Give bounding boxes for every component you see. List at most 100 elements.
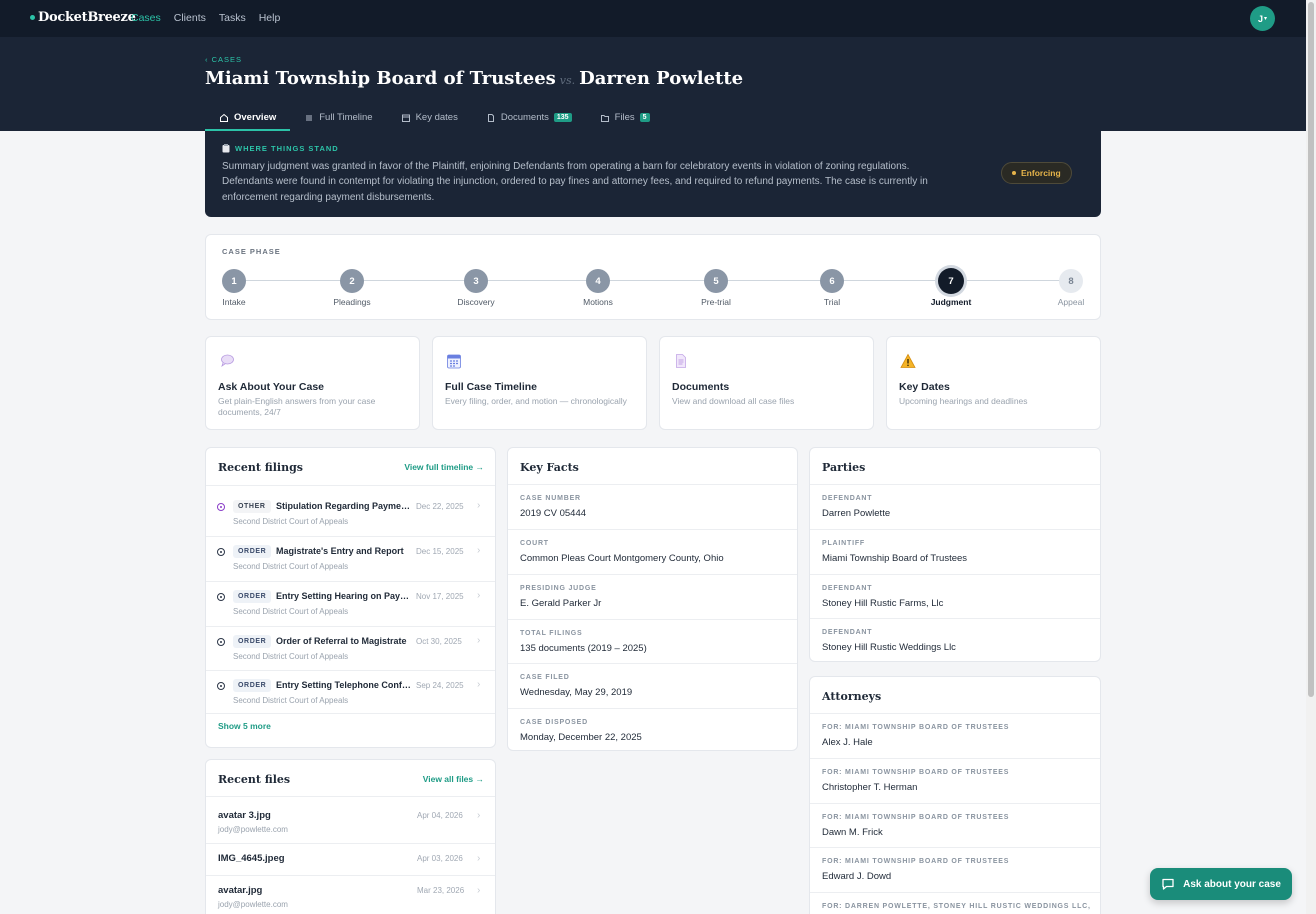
phase-step-intake: 1 Intake [204,269,264,307]
documents-card[interactable]: Documents View and download all case fil… [659,336,874,430]
key-dates-card[interactable]: Key Dates Upcoming hearings and deadline… [886,336,1101,430]
nav-help[interactable]: Help [259,12,281,24]
filing-type-dot-icon [217,593,225,601]
case-summary-text: Summary judgment was granted in favor of… [222,161,928,203]
filing-type-badge: ORDER [233,590,272,603]
view-all-files-link[interactable]: View all files → [423,774,484,784]
divider [206,796,495,797]
divider [810,484,1100,485]
full-case-timeline-card[interactable]: Full Case Timeline Every filing, order, … [432,336,647,430]
filing-row[interactable]: OTHER Stipulation Regarding Payment Disb… [206,491,496,536]
attorney-name: Christopher T. Herman [822,782,918,793]
filing-row[interactable]: ORDER Order of Referral to Magistrate Oc… [206,626,496,671]
divider [508,663,797,664]
fact-value: E. Gerald Parker Jr [520,598,602,609]
quick-card-title: Key Dates [899,381,950,393]
phase-step-label: Discovery [457,297,495,307]
filing-row[interactable]: ORDER Entry Setting Hearing on Payment N… [206,581,496,626]
fact-label: PRESIDING JUDGE [520,585,597,592]
tab-key-dates[interactable]: Key dates [387,104,472,131]
quick-card-title: Full Case Timeline [445,381,538,393]
divider [508,708,797,709]
where-things-stand-panel: WHERE THINGS STAND Summary judgment was … [205,131,1101,217]
tab-documents-label: Documents [500,112,549,123]
phase-step-pleadings: 2 Pleadings [322,269,382,307]
party-name: Darren Powlette [822,508,891,519]
file-row[interactable]: IMG_4645.jpeg Apr 03, 2026 › [206,853,496,873]
breadcrumb-cases[interactable]: ‹ CASES [205,55,242,64]
top-bar: DocketBreeze Cases Clients Tasks Help J ▾ [0,0,1316,37]
chevron-right-icon: › [477,810,481,821]
phase-step-label: Intake [222,297,246,307]
fact-value: 135 documents (2019 – 2025) [520,643,647,654]
plaintiff-name: Miami Township Board of Trustees [205,68,556,89]
attorney-name: Alex J. Hale [822,737,873,748]
filing-court: Second District Court of Appeals [233,607,349,616]
divider [206,713,495,714]
divider [206,485,495,486]
file-name: avatar 3.jpg [218,810,271,821]
filing-type-dot-icon [217,548,225,556]
phase-step-number: 2 [340,269,364,293]
home-icon [220,113,228,122]
tab-files[interactable]: Files 5 [586,104,664,131]
user-avatar-button[interactable]: J ▾ [1250,6,1275,31]
status-dot-icon [1012,171,1016,175]
tab-documents[interactable]: Documents 135 [472,104,586,131]
chevron-right-icon: › [477,679,481,690]
filing-row[interactable]: ORDER Magistrate's Entry and Report Dec … [206,536,496,581]
attorney-for: FOR: MIAMI TOWNSHIP BOARD OF TRUSTEES [822,769,1010,776]
attorney-for: FOR: MIAMI TOWNSHIP BOARD OF TRUSTEES [822,858,1010,865]
divider [508,529,797,530]
tab-overview[interactable]: Overview [205,104,291,131]
divider [810,713,1100,714]
phase-step-judgment: 7 Judgment [921,268,981,307]
app-name: DocketBreeze [38,10,136,25]
parties-title: Parties [822,461,866,474]
filing-type-dot-icon [217,682,225,690]
filing-type-badge: ORDER [233,679,272,692]
file-date: Apr 04, 2026 [417,811,463,820]
divider [810,892,1100,893]
nav-clients[interactable]: Clients [174,12,206,24]
quick-card-desc: View and download all case files [672,396,795,406]
list-icon [306,115,313,120]
recent-filings-card: Recent filings View full timeline → OTHE… [205,447,496,748]
nav-cases[interactable]: Cases [131,12,161,24]
view-full-timeline-link[interactable]: View full timeline → [404,462,484,472]
filing-name: Stipulation Regarding Payment Disburseme… [276,501,412,511]
phase-step-label: Appeal [1057,297,1085,307]
divider [810,758,1100,759]
filing-court: Second District Court of Appeals [233,652,349,661]
ask-about-case-button[interactable]: Ask about your case [1150,868,1292,900]
phase-step-number: 7 [938,268,964,294]
phase-step-number: 4 [586,269,610,293]
attorney-name: Dawn M. Frick [822,827,883,838]
filing-name: Order of Referral to Magistrate [276,636,407,646]
file-name: avatar.jpg [218,885,263,896]
tab-full-timeline[interactable]: Full Timeline [290,104,386,131]
quick-card-desc: Upcoming hearings and deadlines [899,396,1028,406]
chevron-down-icon: ▾ [1264,16,1268,22]
ask-about-case-card[interactable]: Ask About Your Case Get plain-English an… [205,336,420,430]
filing-row[interactable]: ORDER Entry Setting Telephone Conference… [206,670,496,715]
scrollbar-thumb[interactable] [1308,2,1314,697]
nav-tasks[interactable]: Tasks [219,12,246,24]
phase-step-number: 3 [464,269,488,293]
file-row[interactable]: avatar.jpg jody@powlette.com Mar 23, 202… [206,885,496,914]
calendar-icon [447,354,461,369]
filing-court: Second District Court of Appeals [233,517,349,526]
case-tabs: Overview Full Timeline Key dates Documen… [205,104,664,131]
phase-step-number: 1 [222,269,246,293]
divider [810,574,1100,575]
filing-type-badge: OTHER [233,500,271,513]
documents-count-badge: 135 [553,113,572,122]
show-more-button[interactable]: Show 5 more [218,721,271,731]
divider [206,875,495,876]
divider [206,843,495,844]
vs-label: vs. [559,74,576,87]
party-role: PLAINTIFF [822,540,865,547]
app-logo[interactable]: DocketBreeze [30,10,136,25]
filing-date: Dec 15, 2025 [416,547,464,556]
file-row[interactable]: avatar 3.jpg jody@powlette.com Apr 04, 2… [206,810,496,840]
